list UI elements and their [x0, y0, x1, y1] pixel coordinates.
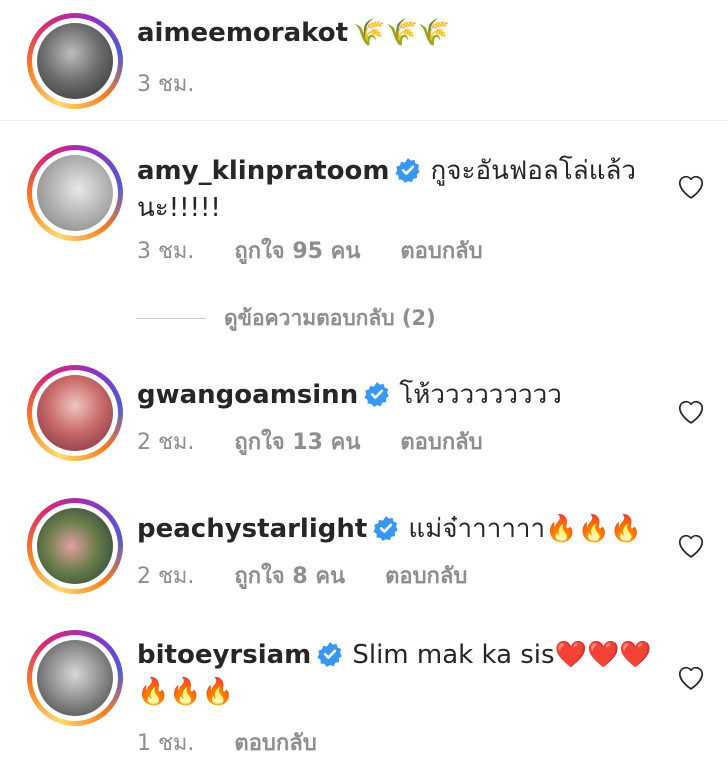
comment-time: 1 ชม.	[137, 731, 195, 756]
reply-button[interactable]: ตอบกลับ	[234, 731, 316, 756]
view-replies[interactable]: ดูข้อความตอบกลับ (2)	[136, 302, 436, 334]
avatar-peachystarlight[interactable]	[27, 498, 123, 594]
heart-outline-icon[interactable]	[676, 397, 706, 425]
comment-text: แม่จ๋าาาาาา🔥🔥🔥	[408, 514, 643, 544]
verified-badge-icon	[373, 516, 399, 541]
comment-text: กูจะอันฟอลโล่แล้ว	[430, 156, 637, 186]
reply-button[interactable]: ตอบกลับ	[400, 239, 482, 264]
verified-badge-icon	[395, 158, 421, 183]
avatar-bitoeyrsiam[interactable]	[27, 630, 123, 726]
comment-likes[interactable]: ถูกใจ 95 คน	[234, 239, 360, 264]
caption-time: 3 ชม.	[137, 72, 195, 97]
comment-username[interactable]: peachystarlight	[137, 514, 367, 544]
comment-time: 3 ชม.	[137, 239, 195, 264]
comment-likes[interactable]: ถูกใจ 13 คน	[234, 430, 360, 455]
reply-button[interactable]: ตอบกลับ	[400, 430, 482, 455]
comment-username[interactable]: bitoeyrsiam	[137, 640, 311, 670]
verified-badge-icon	[364, 382, 390, 407]
avatar-gwangoamsinn[interactable]	[27, 365, 123, 461]
avatar-amy-klinpratoom[interactable]	[27, 145, 123, 241]
comment-text: โห้ววววววววว	[399, 380, 562, 410]
heart-outline-icon[interactable]	[676, 663, 706, 691]
comment-time: 2 ชม.	[137, 564, 195, 589]
comment-username[interactable]: gwangoamsinn	[137, 380, 358, 410]
replies-divider-line	[136, 317, 206, 319]
avatar-aimeemorakot[interactable]	[27, 13, 123, 109]
post-caption: aimeemorakot 🌾🌾🌾 3 ชม.	[0, 0, 728, 120]
heart-outline-icon[interactable]	[676, 172, 706, 200]
comment-username[interactable]: amy_klinpratoom	[137, 156, 389, 186]
heart-outline-icon[interactable]	[676, 531, 706, 559]
comment-time: 2 ชม.	[137, 430, 195, 455]
comment-text-continued: 🔥🔥🔥	[137, 677, 235, 707]
caption-text: 🌾🌾🌾	[353, 18, 451, 48]
comment-likes[interactable]: ถูกใจ 8 คน	[234, 564, 345, 589]
comment-text-continued: นะ!!!!!	[137, 193, 221, 223]
reply-button[interactable]: ตอบกลับ	[385, 564, 467, 589]
verified-badge-icon	[317, 642, 343, 667]
caption-divider	[0, 120, 728, 121]
caption-username[interactable]: aimeemorakot	[137, 18, 348, 48]
view-replies-label[interactable]: ดูข้อความตอบกลับ (2)	[224, 302, 436, 335]
comment-text: Slim mak ka sis❤️❤️❤️	[352, 640, 652, 670]
